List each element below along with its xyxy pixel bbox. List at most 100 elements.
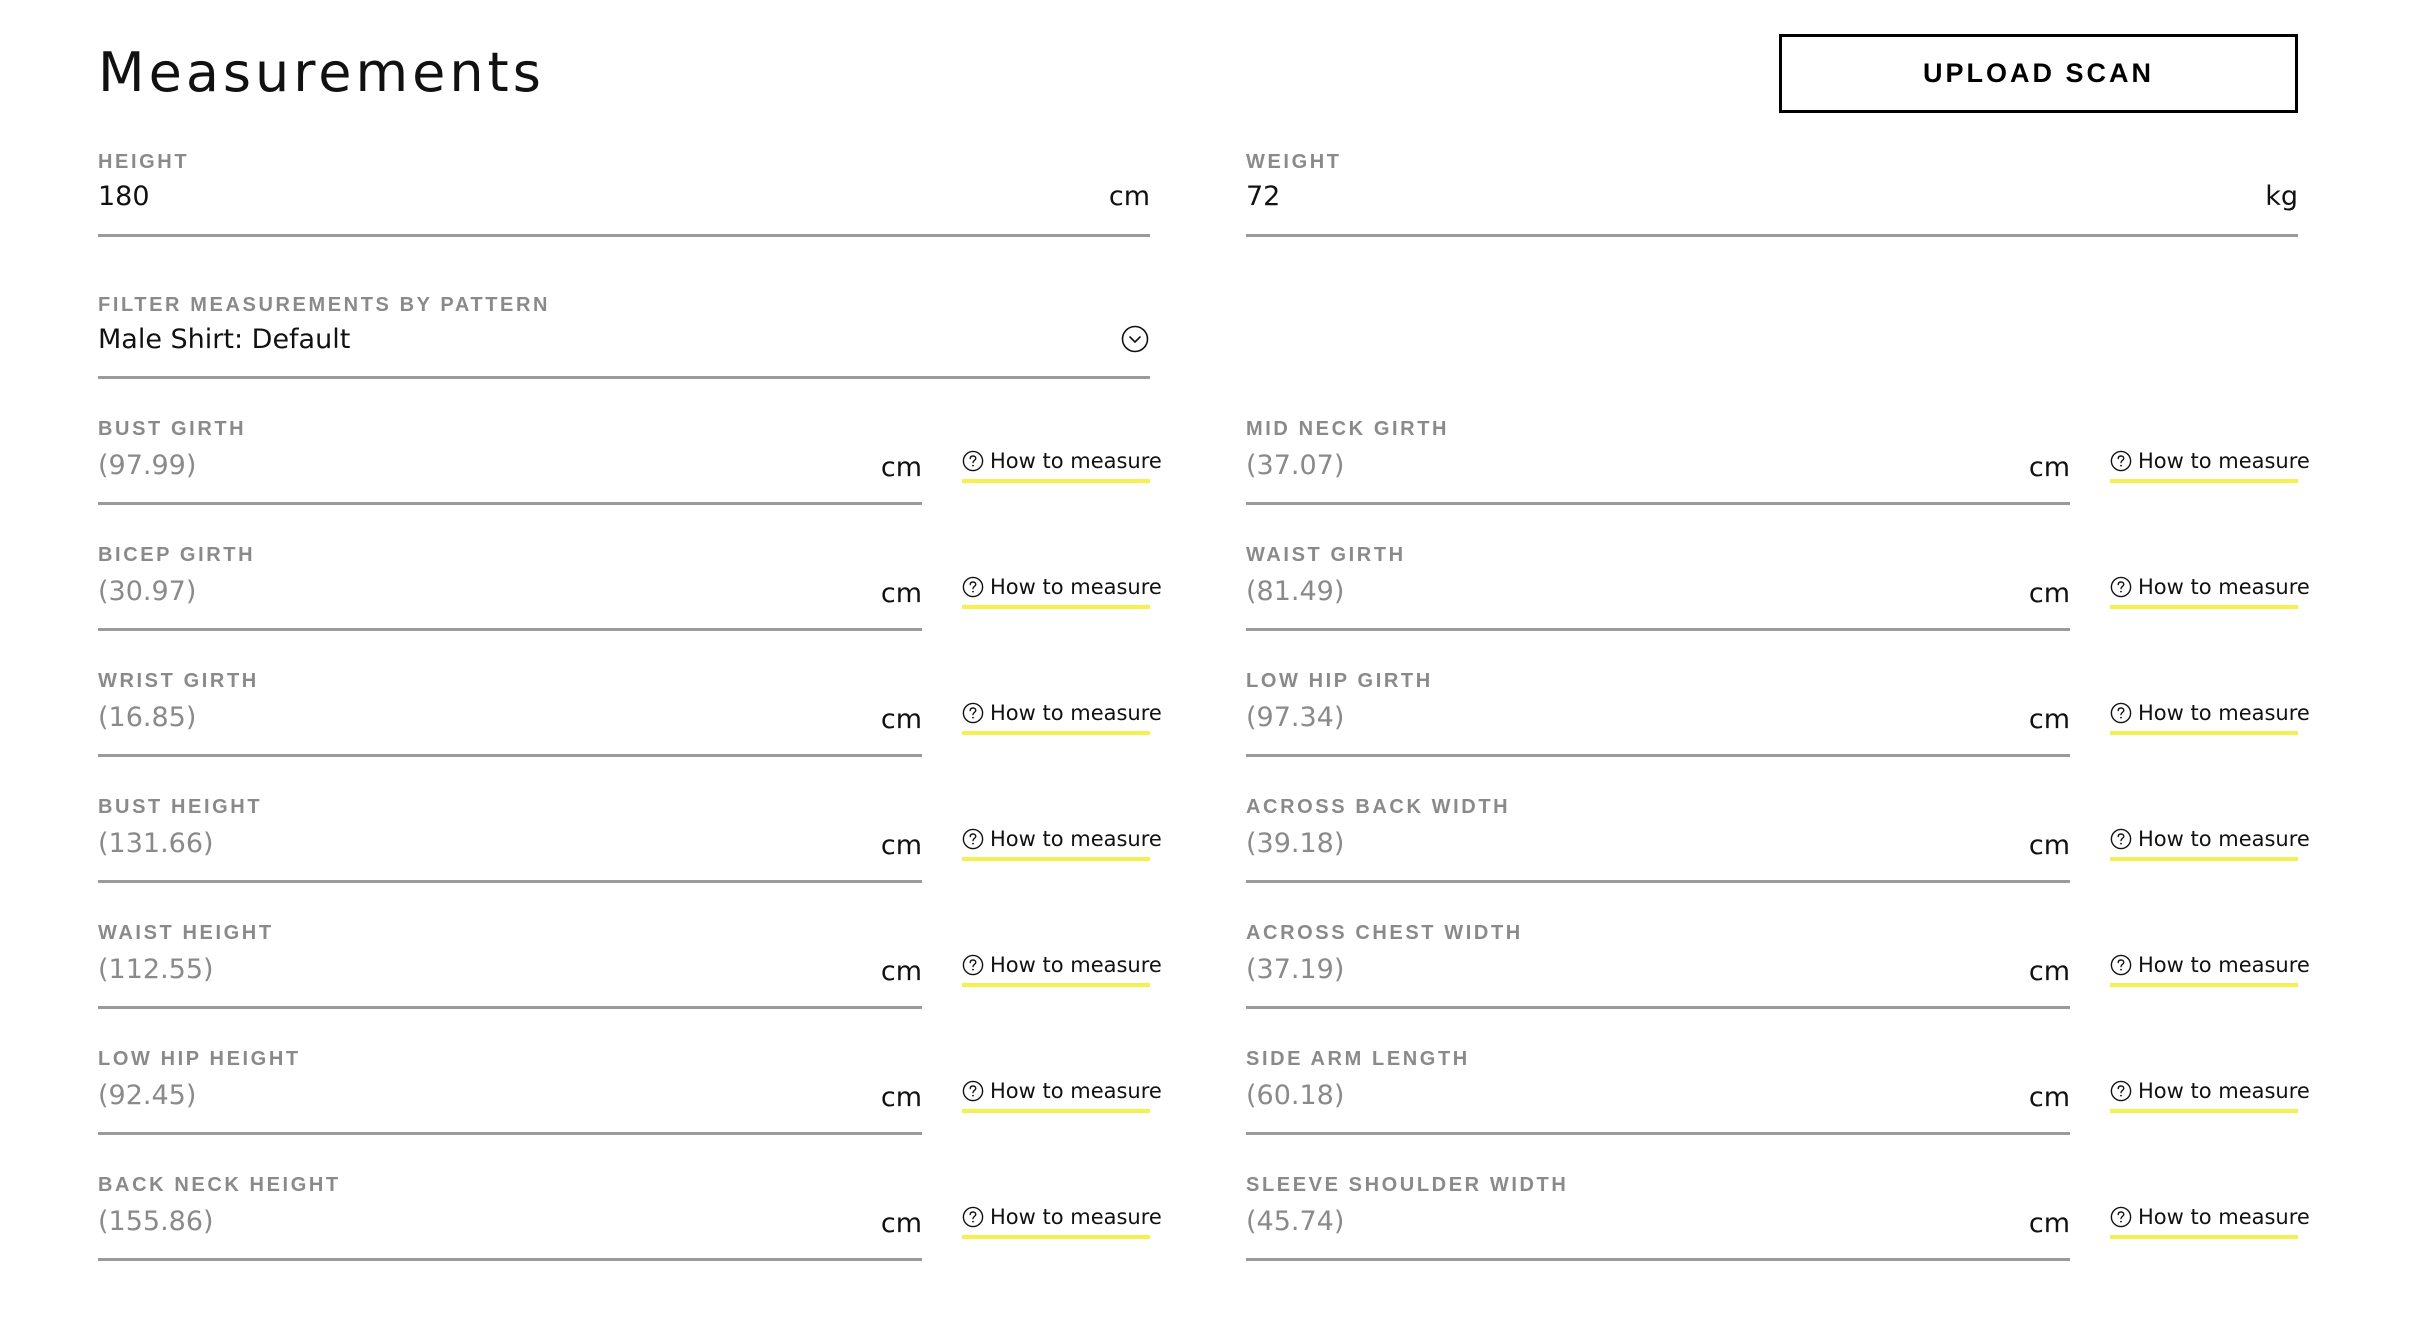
measurement-input[interactable]: (97.99) <box>98 449 196 483</box>
how-to-measure-link[interactable]: How to measure <box>962 572 1162 609</box>
how-to-measure-label: How to measure <box>990 701 1162 725</box>
measurement-input[interactable]: (81.49) <box>1246 575 1344 609</box>
measurement-label: WRIST GIRTH <box>98 670 259 692</box>
measurement-label: BACK NECK HEIGHT <box>98 1174 341 1196</box>
measurement-unit: cm <box>2028 830 2070 861</box>
how-to-measure-link[interactable]: How to measure <box>2110 824 2310 861</box>
question-circle-icon <box>2110 954 2132 976</box>
how-to-measure-link[interactable]: How to measure <box>2110 1076 2310 1113</box>
measurement-input[interactable]: (16.85) <box>98 701 196 735</box>
how-to-measure-label: How to measure <box>2138 827 2310 851</box>
question-circle-icon <box>2110 1080 2132 1102</box>
question-circle-icon <box>2110 1206 2132 1228</box>
how-to-measure-link[interactable]: How to measure <box>962 1202 1162 1239</box>
measurement-unit: cm <box>2028 452 2070 483</box>
measurement-input[interactable]: (39.18) <box>1246 827 1344 861</box>
height-label: HEIGHT <box>98 151 190 173</box>
measurement-label: SIDE ARM LENGTH <box>1246 1048 1470 1070</box>
how-to-measure-link[interactable]: How to measure <box>2110 1202 2310 1239</box>
how-to-measure-label: How to measure <box>2138 1079 2310 1103</box>
measurement-input[interactable]: (112.55) <box>98 953 214 987</box>
weight-input[interactable]: 72 <box>1246 180 1280 214</box>
measurement-unit: cm <box>2028 956 2070 987</box>
measurement-field[interactable]: BUST HEIGHT (131.66) cm <box>98 797 922 883</box>
measurement-unit: cm <box>880 956 922 987</box>
measurement-input[interactable]: (97.34) <box>1246 701 1344 735</box>
measurement-label: LOW HIP GIRTH <box>1246 670 1433 692</box>
how-to-measure-link[interactable]: How to measure <box>962 950 1162 987</box>
measurement-label: MID NECK GIRTH <box>1246 418 1450 440</box>
measurement-input[interactable]: (37.07) <box>1246 449 1344 483</box>
how-to-measure-link[interactable]: How to measure <box>2110 950 2310 987</box>
chevron-down-icon[interactable] <box>1121 325 1149 353</box>
measurement-unit: cm <box>2028 1082 2070 1113</box>
measurement-label: LOW HIP HEIGHT <box>98 1048 301 1070</box>
measurement-unit: cm <box>2028 704 2070 735</box>
how-to-measure-label: How to measure <box>990 1079 1162 1103</box>
question-circle-icon <box>962 702 984 724</box>
weight-unit: kg <box>2265 181 2298 212</box>
question-circle-icon <box>962 954 984 976</box>
measurement-field[interactable]: WAIST GIRTH (81.49) cm <box>1246 545 2070 631</box>
question-circle-icon <box>962 1206 984 1228</box>
measurement-input[interactable]: (92.45) <box>98 1079 196 1113</box>
how-to-measure-link[interactable]: How to measure <box>2110 572 2310 609</box>
how-to-measure-label: How to measure <box>2138 1205 2310 1229</box>
measurement-label: SLEEVE SHOULDER WIDTH <box>1246 1174 1569 1196</box>
measurement-field[interactable]: BUST GIRTH (97.99) cm <box>98 419 922 505</box>
measurement-field[interactable]: MID NECK GIRTH (37.07) cm <box>1246 419 2070 505</box>
question-circle-icon <box>2110 576 2132 598</box>
how-to-measure-label: How to measure <box>990 449 1162 473</box>
measurement-label: BICEP GIRTH <box>98 544 256 566</box>
how-to-measure-link[interactable]: How to measure <box>962 824 1162 861</box>
how-to-measure-link[interactable]: How to measure <box>2110 446 2310 483</box>
measurement-field[interactable]: BICEP GIRTH (30.97) cm <box>98 545 922 631</box>
pattern-filter-dropdown[interactable]: FILTER MEASUREMENTS BY PATTERN Male Shir… <box>98 295 1150 379</box>
how-to-measure-link[interactable]: How to measure <box>962 698 1162 735</box>
weight-field[interactable]: WEIGHT 72 kg <box>1246 152 2298 237</box>
how-to-measure-label: How to measure <box>990 953 1162 977</box>
how-to-measure-link[interactable]: How to measure <box>2110 698 2310 735</box>
how-to-measure-label: How to measure <box>2138 701 2310 725</box>
measurement-unit: cm <box>2028 1208 2070 1239</box>
measurement-unit: cm <box>880 704 922 735</box>
measurement-input[interactable]: (30.97) <box>98 575 196 609</box>
how-to-measure-label: How to measure <box>2138 953 2310 977</box>
measurement-label: WAIST HEIGHT <box>98 922 274 944</box>
measurement-input[interactable]: (60.18) <box>1246 1079 1344 1113</box>
how-to-measure-label: How to measure <box>990 575 1162 599</box>
how-to-measure-link[interactable]: How to measure <box>962 1076 1162 1113</box>
measurement-field[interactable]: ACROSS BACK WIDTH (39.18) cm <box>1246 797 2070 883</box>
measurement-label: BUST GIRTH <box>98 418 247 440</box>
measurement-field[interactable]: SLEEVE SHOULDER WIDTH (45.74) cm <box>1246 1175 2070 1261</box>
measurement-field[interactable]: SIDE ARM LENGTH (60.18) cm <box>1246 1049 2070 1135</box>
measurement-field[interactable]: BACK NECK HEIGHT (155.86) cm <box>98 1175 922 1261</box>
question-circle-icon <box>2110 450 2132 472</box>
height-field[interactable]: HEIGHT 180 cm <box>98 152 1150 237</box>
measurement-input[interactable]: (45.74) <box>1246 1205 1344 1239</box>
measurement-field[interactable]: ACROSS CHEST WIDTH (37.19) cm <box>1246 923 2070 1009</box>
question-circle-icon <box>962 828 984 850</box>
how-to-measure-link[interactable]: How to measure <box>962 446 1162 483</box>
how-to-measure-label: How to measure <box>990 1205 1162 1229</box>
question-circle-icon <box>962 450 984 472</box>
measurement-field[interactable]: LOW HIP GIRTH (97.34) cm <box>1246 671 2070 757</box>
measurement-field[interactable]: WAIST HEIGHT (112.55) cm <box>98 923 922 1009</box>
measurement-unit: cm <box>880 452 922 483</box>
question-circle-icon <box>962 576 984 598</box>
measurement-label: BUST HEIGHT <box>98 796 263 818</box>
upload-scan-button[interactable]: UPLOAD SCAN <box>1779 34 2298 113</box>
page-title: Measurements <box>98 41 545 104</box>
weight-label: WEIGHT <box>1246 151 1342 173</box>
measurement-unit: cm <box>880 1082 922 1113</box>
question-circle-icon <box>962 1080 984 1102</box>
measurement-field[interactable]: WRIST GIRTH (16.85) cm <box>98 671 922 757</box>
question-circle-icon <box>2110 702 2132 724</box>
measurement-label: ACROSS CHEST WIDTH <box>1246 922 1523 944</box>
pattern-filter-selected[interactable]: Male Shirt: Default <box>98 323 350 357</box>
measurement-field[interactable]: LOW HIP HEIGHT (92.45) cm <box>98 1049 922 1135</box>
measurement-input[interactable]: (37.19) <box>1246 953 1344 987</box>
height-input[interactable]: 180 <box>98 180 150 214</box>
measurement-input[interactable]: (155.86) <box>98 1205 214 1239</box>
measurement-input[interactable]: (131.66) <box>98 827 214 861</box>
